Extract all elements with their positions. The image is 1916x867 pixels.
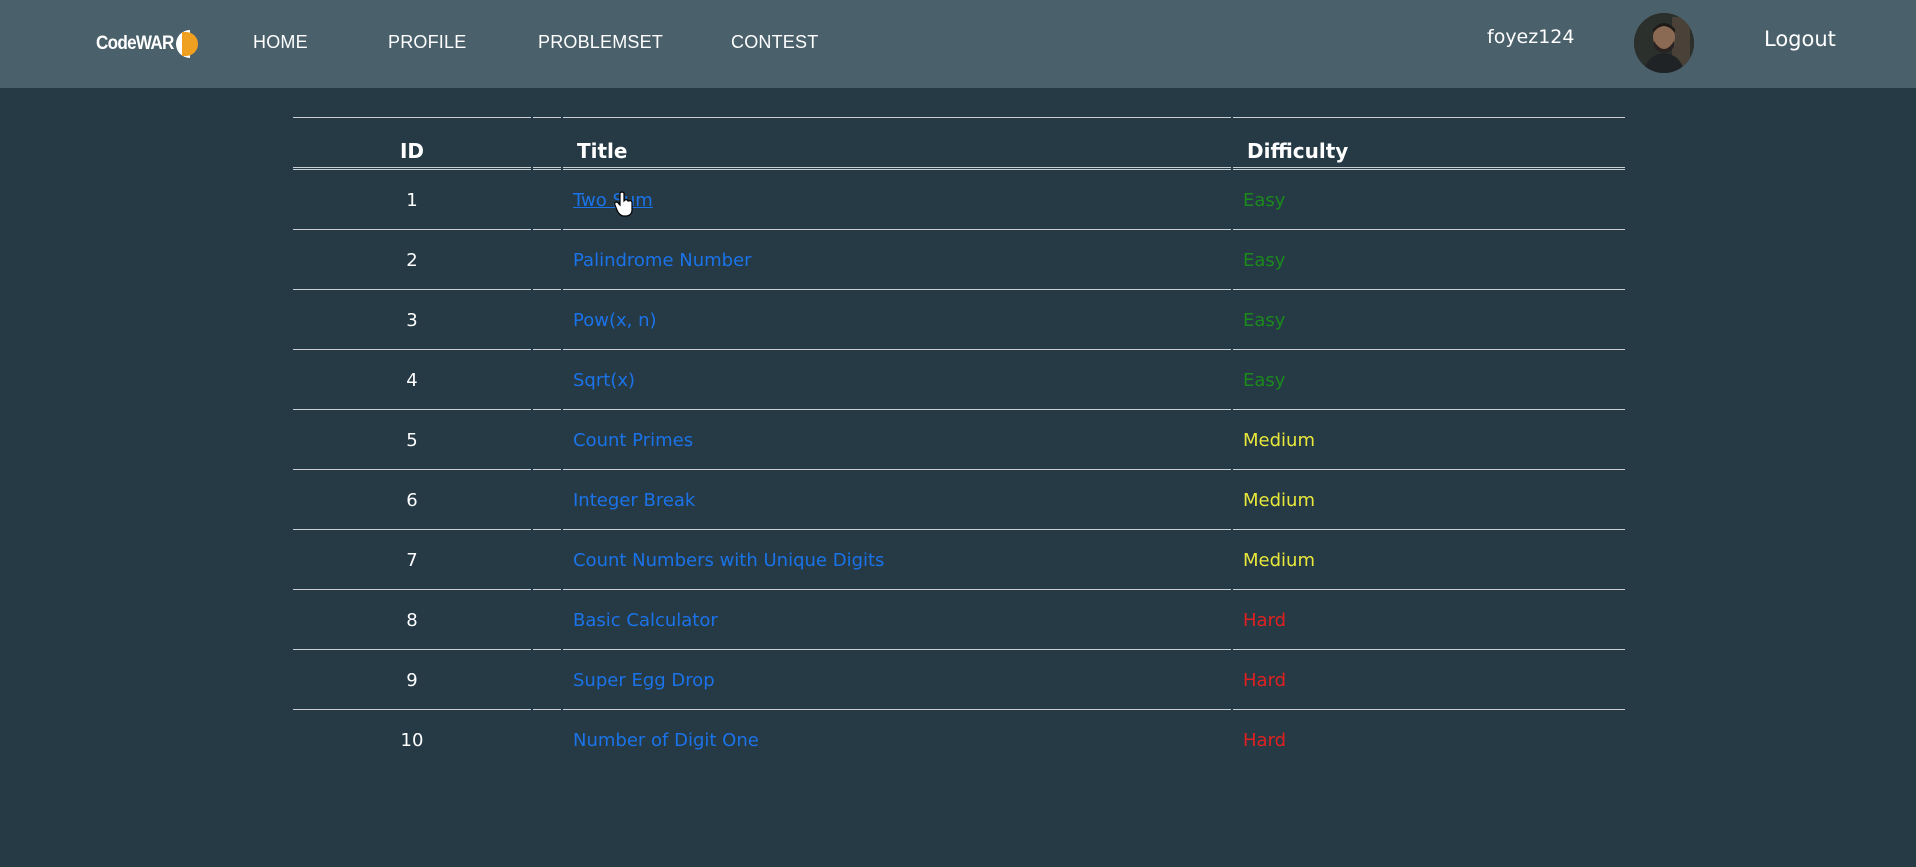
problem-difficulty: Medium [1233,532,1625,590]
problem-title-cell: Two Sum [563,172,1231,230]
problem-id: 10 [400,730,424,751]
problem-id: 7 [293,532,531,590]
logout-link[interactable]: Logout [1764,27,1836,51]
table-row: 10 Number of Digit One Hard [293,712,1625,769]
problem-difficulty: Easy [1233,232,1625,290]
header-spacer [533,117,561,170]
problem-difficulty: Hard [1243,730,1287,751]
row-spacer [533,652,561,710]
table-row: 3 Pow(x, n) Easy [293,292,1625,350]
problem-title-link[interactable]: Integer Break [573,490,695,511]
problem-title-link[interactable]: Two Sum [573,190,653,211]
problemset-table-container: ID Title Difficulty 1 Two Sum Easy 2 Pal… [293,117,1629,769]
header-difficulty[interactable]: Difficulty [1233,117,1625,170]
nav-link-contest[interactable]: CONTEST [731,32,818,53]
table-row: 8 Basic Calculator Hard [293,592,1625,650]
table-header-row: ID Title Difficulty [293,117,1625,170]
problem-id: 8 [293,592,531,650]
row-spacer [533,712,561,769]
problem-title-cell: Sqrt(x) [563,352,1231,410]
problem-id: 4 [293,352,531,410]
avatar-photo-icon [1634,13,1694,73]
problem-title-cell: Pow(x, n) [563,292,1231,350]
row-spacer [533,532,561,590]
problem-title-cell: Super Egg Drop [563,652,1231,710]
problem-difficulty: Hard [1233,592,1625,650]
problem-title-cell: Number of Digit One [563,712,1231,769]
table-row: 2 Palindrome Number Easy [293,232,1625,290]
problem-title-link[interactable]: Sqrt(x) [573,370,635,391]
nav-link-problemset[interactable]: PROBLEMSET [538,32,663,53]
table-row: 5 Count Primes Medium [293,412,1625,470]
problem-difficulty: Medium [1233,412,1625,470]
problem-title-link[interactable]: Palindrome Number [573,250,752,271]
row-spacer [533,412,561,470]
table-row: 7 Count Numbers with Unique Digits Mediu… [293,532,1625,590]
problem-title-link[interactable]: Number of Digit One [573,730,759,751]
problem-title-link[interactable]: Count Primes [573,430,693,451]
problem-difficulty: Medium [1233,472,1625,530]
table-row: 1 Two Sum Easy [293,172,1625,230]
problem-id: 3 [293,292,531,350]
table-row: 6 Integer Break Medium [293,472,1625,530]
problem-difficulty: Easy [1233,172,1625,230]
problem-difficulty: Hard [1233,652,1625,710]
problem-title-cell: Palindrome Number [563,232,1231,290]
problem-title-link[interactable]: Super Egg Drop [573,670,715,691]
header-title[interactable]: Title [563,117,1231,170]
table-row: 9 Super Egg Drop Hard [293,652,1625,710]
problemset-table: ID Title Difficulty 1 Two Sum Easy 2 Pal… [291,115,1627,771]
problem-id: 1 [293,172,531,230]
problem-difficulty: Easy [1233,352,1625,410]
problem-id: 9 [293,652,531,710]
header-id[interactable]: ID [293,117,531,170]
row-spacer [533,232,561,290]
problem-title-link[interactable]: Basic Calculator [573,610,718,631]
problem-id: 2 [293,232,531,290]
table-row: 4 Sqrt(x) Easy [293,352,1625,410]
avatar[interactable] [1634,13,1694,73]
problem-title-cell: Count Primes [563,412,1231,470]
top-navbar: CodeWAR HOME PROFILE PROBLEMSET CONTEST … [0,0,1916,88]
problem-difficulty: Easy [1233,292,1625,350]
row-spacer [533,592,561,650]
nav-link-home[interactable]: HOME [253,32,308,53]
row-spacer [533,352,561,410]
problem-id: 5 [293,412,531,470]
problem-title-link[interactable]: Pow(x, n) [573,310,657,331]
logo-mark-icon [176,30,200,58]
codewar-logo[interactable]: CodeWAR [96,28,200,60]
problem-title-link[interactable]: Count Numbers with Unique Digits [573,550,884,571]
row-spacer [533,292,561,350]
problem-id: 6 [293,472,531,530]
problem-title-cell: Count Numbers with Unique Digits [563,532,1231,590]
username[interactable]: foyez124 [1487,26,1575,48]
row-spacer [533,172,561,230]
problem-title-cell: Basic Calculator [563,592,1231,650]
problem-title-cell: Integer Break [563,472,1231,530]
logo-text: CodeWAR [96,33,174,54]
nav-link-profile[interactable]: PROFILE [388,32,466,53]
row-spacer [533,472,561,530]
